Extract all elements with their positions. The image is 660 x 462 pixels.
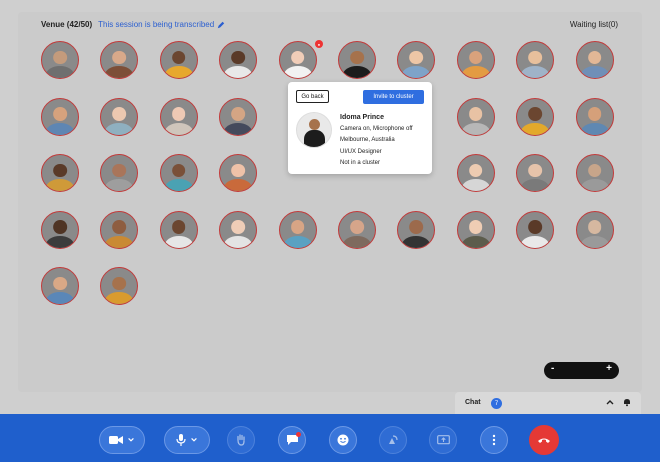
participant-avatar[interactable]: [41, 41, 79, 79]
participant-avatar[interactable]: [516, 97, 555, 136]
new-message-dot: [296, 432, 301, 437]
participant-cluster-status: Not in a cluster: [340, 160, 381, 166]
share-screen-button[interactable]: [429, 426, 457, 454]
participant-avatar[interactable]: [100, 97, 139, 136]
more-options-button[interactable]: [480, 426, 508, 454]
participant-avatar[interactable]: [338, 41, 376, 79]
participant-avatar[interactable]: [100, 267, 139, 305]
participant-avatar[interactable]: [219, 154, 258, 192]
participant-avatar[interactable]: [278, 210, 317, 249]
broadcast-button[interactable]: [379, 426, 407, 454]
participant-avatar[interactable]: [456, 154, 495, 192]
participant-avatar: [296, 112, 332, 148]
participant-location: Melbourne, Australia: [340, 137, 395, 143]
participant-avatar[interactable]: [575, 41, 614, 79]
participant-avatar[interactable]: [159, 41, 198, 79]
satellite-icon: [389, 435, 398, 444]
participant-avatar[interactable]: [100, 210, 139, 249]
participant-avatar[interactable]: [575, 97, 614, 136]
participant-avatar[interactable]: [100, 41, 139, 79]
participant-popup: Go back Invite to cluster Idoma Prince C…: [288, 82, 432, 174]
participant-avatar[interactable]: [516, 154, 555, 192]
participant-avatar[interactable]: [219, 41, 258, 79]
chat-unread-count: 7: [491, 398, 502, 409]
camera-button[interactable]: [99, 426, 145, 454]
participant-avatar[interactable]: [159, 154, 198, 192]
chat-button[interactable]: [278, 426, 306, 454]
participant-avatar[interactable]: [159, 97, 198, 136]
chevron-up-icon[interactable]: [605, 397, 615, 407]
waiting-list[interactable]: Waiting list(0): [570, 20, 618, 29]
invite-to-cluster-button[interactable]: Invite to cluster: [363, 90, 424, 104]
participant-avatar[interactable]: [575, 154, 614, 192]
call-toolbar: [0, 414, 660, 462]
participant-avatar[interactable]: [456, 97, 495, 136]
pencil-icon: [218, 21, 225, 28]
end-call-button[interactable]: [529, 425, 559, 455]
zoom-control: - +: [544, 362, 619, 379]
participant-avatar[interactable]: [456, 41, 495, 79]
chat-panel[interactable]: Chat 7: [455, 392, 641, 414]
venue-header: Venue (42/50) This session is being tran…: [41, 20, 225, 29]
venue-title: Venue (42/50): [41, 20, 93, 29]
participant-avatar[interactable]: [100, 154, 139, 192]
participant-avatar[interactable]: [41, 97, 79, 136]
participant-avatar[interactable]: [575, 210, 614, 249]
hand-icon: [237, 434, 245, 446]
participant-avatar[interactable]: [41, 154, 79, 192]
participant-avatar[interactable]: [456, 210, 495, 249]
video-camera-icon: [109, 436, 123, 444]
smiley-icon: [337, 434, 349, 446]
chevron-down-icon: [191, 437, 197, 442]
screen-share-icon: [436, 434, 450, 444]
participant-avatar[interactable]: [219, 210, 258, 249]
participant-avatar[interactable]: [278, 41, 317, 79]
participant-avatar[interactable]: [516, 41, 555, 79]
chat-label: Chat: [465, 399, 481, 406]
microphone-button[interactable]: [164, 426, 210, 454]
participant-avatar[interactable]: [41, 210, 79, 249]
participant-avatar[interactable]: [41, 267, 79, 305]
microphone-icon: [176, 434, 186, 446]
zoom-out-button[interactable]: -: [551, 363, 554, 374]
participant-avatar[interactable]: [219, 97, 258, 136]
notification-badge: ●: [315, 40, 323, 48]
participant-media-status: Camera on, Microphone off: [340, 125, 413, 132]
participant-avatar[interactable]: [397, 41, 436, 79]
participant-avatar[interactable]: [397, 210, 436, 249]
chevron-down-icon: [128, 437, 134, 442]
participant-avatar[interactable]: [159, 210, 198, 249]
hang-up-icon: [538, 438, 550, 443]
participant-info: Idoma Prince Camera on, Microphone off M…: [340, 112, 413, 170]
reactions-button[interactable]: [329, 426, 357, 454]
zoom-in-button[interactable]: +: [606, 363, 612, 374]
participant-role: UI/UX Designer: [340, 148, 382, 155]
transcription-notice-text: This session is being transcribed: [98, 20, 215, 29]
transcription-notice: This session is being transcribed: [98, 20, 225, 29]
bell-icon[interactable]: [622, 397, 632, 407]
vertical-dots-icon: [492, 434, 496, 446]
raise-hand-button[interactable]: [227, 426, 255, 454]
participant-avatar[interactable]: [516, 210, 555, 249]
go-back-button[interactable]: Go back: [296, 90, 329, 103]
participant-name: Idoma Prince: [340, 114, 384, 121]
participant-avatar[interactable]: [338, 210, 376, 249]
